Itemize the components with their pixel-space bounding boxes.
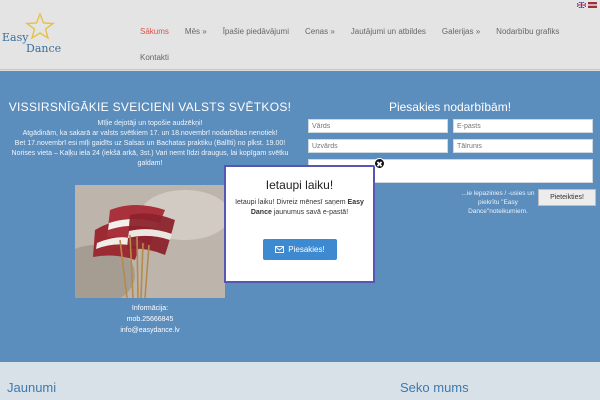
signup-title: Piesakies nodarbībām! <box>388 100 512 114</box>
surname-input[interactable] <box>308 139 448 153</box>
easy-dance-logo[interactable]: Easy Dance <box>2 12 62 58</box>
close-icon[interactable]: ✖ <box>374 158 385 169</box>
subscribe-button-label: Piesakies! <box>288 245 325 254</box>
popup-text-after: jaunumus savā e-pastā! <box>273 209 349 216</box>
consent-text: ...ie lepazinies / -usies un piekrītu "E… <box>461 190 535 215</box>
email-input[interactable] <box>453 119 593 133</box>
nav-item-mes[interactable]: Mēs » <box>185 26 207 37</box>
announcement-title: VISSIRSNĪGĀKIE SVEICIENI VALSTS SVĒTKOS! <box>8 100 292 114</box>
contact-info: Informācija: mob.25666845 info@easydance… <box>0 303 300 336</box>
popup-text-before: Ietaupi laiku! Divreiz mēnesī saņem <box>235 199 346 206</box>
contact-email[interactable]: info@easydance.lv <box>0 325 300 336</box>
english-flag-icon[interactable] <box>577 2 586 8</box>
envelope-icon <box>275 246 285 253</box>
announcement-column: VISSIRSNĪGĀKIE SVEICIENI VALSTS SVĒTKOS!… <box>0 99 300 169</box>
follow-us-heading: Seko mums <box>400 380 469 395</box>
nav-item-ipasie-piedavajumi[interactable]: Īpašie piedāvājumi <box>223 26 289 37</box>
news-heading: Jaunumi <box>7 380 57 395</box>
nav-item-kontakti[interactable]: Kontakti <box>140 52 169 63</box>
logo-text-easy: Easy <box>2 31 29 44</box>
announcement-line: Mīļie dejotāji un topošie audzēkņi! <box>97 120 203 127</box>
nav-item-cenas[interactable]: Cenas » <box>305 26 335 37</box>
nav-item-sakums[interactable]: Sākums <box>140 26 169 37</box>
contact-phone[interactable]: mob.25666845 <box>0 314 300 325</box>
logo-text-dance: Dance <box>26 42 62 55</box>
nav-item-galerijas[interactable]: Galerijas » <box>442 26 480 37</box>
name-input[interactable] <box>308 119 448 133</box>
announcement-line: Bet 17.novembrī esi mīļi gaidīts uz Sals… <box>14 140 286 147</box>
subscribe-button[interactable]: Piesakies! <box>263 239 337 260</box>
popup-title: Ietaupi laiku! <box>265 178 334 192</box>
submit-button[interactable]: Pieteikties! <box>538 189 596 206</box>
newsletter-popup: ✖ Ietaupi laiku! Ietaupi laiku! Divreiz … <box>224 158 385 283</box>
latvian-flags-photo <box>75 185 225 298</box>
nav-item-nodarbibu-grafiks[interactable]: Nodarbību grafiks <box>496 26 559 37</box>
contact-label: Informācija: <box>131 305 169 312</box>
bottom-section: Jaunumi Seko mums <box>0 362 600 400</box>
nav-item-jautajumi[interactable]: Jautājumi un atbildes <box>351 26 426 37</box>
site-header: Easy Dance Sākums Mēs » Īpašie piedāvāju… <box>0 0 600 70</box>
popup-text: Ietaupi laiku! Divreiz mēnesī saņem Easy… <box>232 198 367 218</box>
announcement-line: Atgādinām, ka sakarā ar valsts svētkiem … <box>22 130 278 137</box>
signup-form-column: Piesakies nodarbībām! ...ie lepazinies /… <box>305 99 596 215</box>
announcement-text: Mīļie dejotāji un topošie audzēkņi! Atgā… <box>0 119 300 169</box>
latvian-flag-icon[interactable] <box>588 2 597 8</box>
main-navigation: Sākums Mēs » Īpašie piedāvājumi Cenas » … <box>140 26 580 63</box>
phone-input[interactable] <box>453 139 593 153</box>
language-switcher <box>577 2 597 8</box>
